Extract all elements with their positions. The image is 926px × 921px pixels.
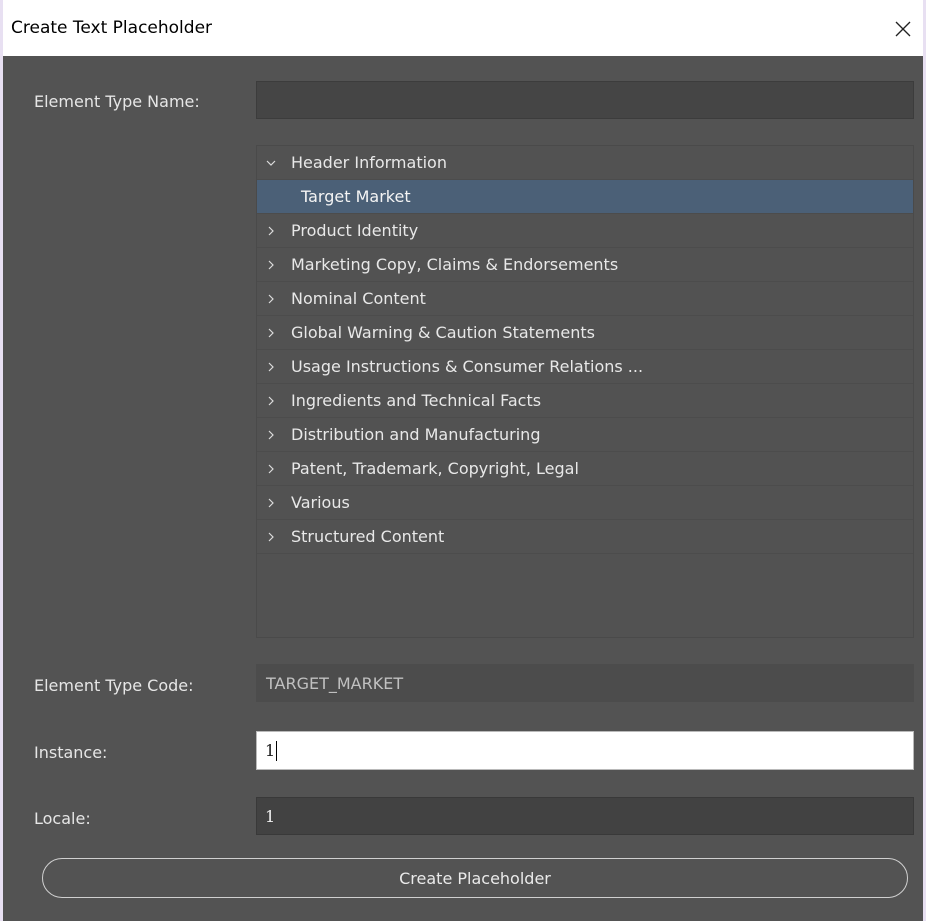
chevron-right-icon[interactable] (265, 327, 277, 339)
close-button[interactable] (883, 12, 923, 46)
tree-item-label: Structured Content (291, 527, 445, 546)
create-placeholder-button[interactable]: Create Placeholder (42, 858, 908, 898)
tree-item-usage-instructions[interactable]: Usage Instructions & Consumer Relations … (257, 350, 913, 384)
element-type-code-value: TARGET_MARKET (266, 673, 404, 693)
dialog-title: Create Text Placeholder (11, 18, 213, 38)
tree-item-structured-content[interactable]: Structured Content (257, 520, 913, 554)
tree-item-ingredients[interactable]: Ingredients and Technical Facts (257, 384, 913, 418)
tree-item-label: Product Identity (291, 221, 419, 240)
tree-item-label: Nominal Content (291, 289, 426, 308)
chevron-right-icon[interactable] (265, 395, 277, 407)
instance-input[interactable]: 1 (256, 731, 914, 770)
tree-item-nominal-content[interactable]: Nominal Content (257, 282, 913, 316)
tree-item-label: Marketing Copy, Claims & Endorsements (291, 255, 619, 274)
element-type-name-label: Element Type Name: (34, 92, 200, 111)
title-bar: Create Text Placeholder (3, 0, 923, 56)
tree-item-label: Global Warning & Caution Statements (291, 323, 595, 342)
locale-label: Locale: (34, 809, 91, 828)
tree-item-label: Patent, Trademark, Copyright, Legal (291, 459, 579, 478)
tree-item-label: Usage Instructions & Consumer Relations … (291, 357, 644, 376)
locale-value: 1 (265, 806, 276, 826)
text-caret (276, 740, 278, 761)
element-type-name-field[interactable] (256, 81, 914, 119)
locale-input[interactable]: 1 (256, 797, 914, 835)
tree-item-header-information[interactable]: Header Information (257, 146, 913, 180)
chevron-right-icon[interactable] (265, 361, 277, 373)
tree-item-label: Various (291, 493, 350, 512)
chevron-right-icon[interactable] (265, 225, 277, 237)
instance-value: 1 (265, 741, 276, 760)
element-type-tree[interactable]: Header Information Target Market Product… (256, 145, 914, 638)
create-text-placeholder-dialog: Create Text Placeholder Element Type Nam… (0, 0, 926, 921)
element-type-code-label: Element Type Code: (34, 676, 194, 695)
tree-item-marketing-copy[interactable]: Marketing Copy, Claims & Endorsements (257, 248, 913, 282)
tree-item-label: Header Information (291, 153, 447, 172)
tree-item-patent-legal[interactable]: Patent, Trademark, Copyright, Legal (257, 452, 913, 486)
element-type-code-field: TARGET_MARKET (256, 664, 914, 702)
chevron-right-icon[interactable] (265, 293, 277, 305)
tree-item-product-identity[interactable]: Product Identity (257, 214, 913, 248)
chevron-right-icon[interactable] (265, 429, 277, 441)
tree-item-label: Distribution and Manufacturing (291, 425, 541, 444)
tree-item-label: Ingredients and Technical Facts (291, 391, 542, 410)
close-icon (895, 21, 911, 37)
chevron-right-icon[interactable] (265, 259, 277, 271)
chevron-right-icon[interactable] (265, 497, 277, 509)
tree-item-distribution[interactable]: Distribution and Manufacturing (257, 418, 913, 452)
create-placeholder-label: Create Placeholder (399, 868, 551, 888)
tree-item-global-warning[interactable]: Global Warning & Caution Statements (257, 316, 913, 350)
chevron-down-icon[interactable] (265, 157, 277, 169)
chevron-right-icon[interactable] (265, 531, 277, 543)
chevron-right-icon[interactable] (265, 463, 277, 475)
tree-item-target-market[interactable]: Target Market (257, 180, 913, 214)
tree-item-various[interactable]: Various (257, 486, 913, 520)
instance-label: Instance: (34, 743, 108, 762)
tree-item-label: Target Market (301, 187, 411, 206)
